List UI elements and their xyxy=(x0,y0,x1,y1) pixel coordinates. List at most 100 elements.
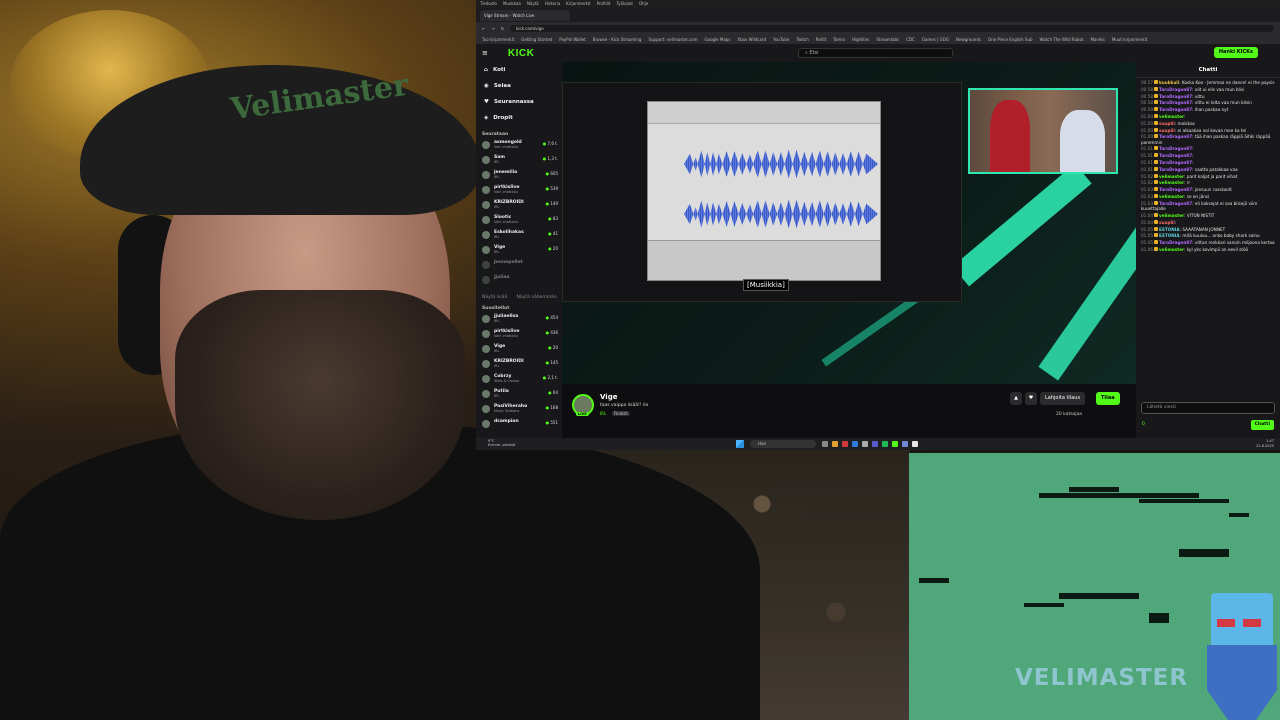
chat-username[interactable]: suuplii xyxy=(1159,220,1175,225)
bookmark-item[interactable]: Twitch xyxy=(796,37,808,42)
sidebar-channel[interactable]: EskolihakasIRL41 xyxy=(476,229,562,244)
browser-tab[interactable]: Vige Stream - Watch Live xyxy=(480,9,570,21)
bookmark-item[interactable]: PayPal Wallet xyxy=(559,37,586,42)
spotify-icon[interactable] xyxy=(882,441,888,447)
sidebar-channel[interactable]: jjuliaa xyxy=(476,274,562,289)
bookmark-item[interactable]: Muut kirjanmerkit xyxy=(1112,37,1148,42)
chat-username[interactable]: TaroDragon87 xyxy=(1159,87,1192,92)
bookmark-item[interactable]: YouTube xyxy=(773,37,789,42)
video-player[interactable]: [Musiikkia] xyxy=(562,62,1136,384)
taskview-icon[interactable] xyxy=(822,441,828,447)
sidebar-channel[interactable]: pirtkisliveVain chattailu436 xyxy=(476,328,562,343)
folder-icon[interactable] xyxy=(832,441,838,447)
bookmark-item[interactable]: Games | GOG xyxy=(922,37,949,42)
sidebar-channel[interactable]: pirtkisliveVain chattailu539 xyxy=(476,184,562,199)
chat-username[interactable]: TaroDragon87 xyxy=(1159,160,1192,165)
bookmark-item[interactable]: Watch The Wild Robot xyxy=(1040,37,1084,42)
taskbar-search[interactable]: Hae xyxy=(750,440,816,448)
bookmark-item[interactable]: Browse - Kick Streaming xyxy=(593,37,642,42)
nav-home[interactable]: ⌂ Koti xyxy=(476,62,562,78)
sidebar-channel[interactable]: dcampion 551 xyxy=(476,418,562,433)
nav-browse[interactable]: ◉ Selaa xyxy=(476,78,562,94)
sidebar-channel[interactable]: SamIRL1,3 t. xyxy=(476,154,562,169)
chat-username[interactable]: TaroDragon87 xyxy=(1159,153,1192,158)
taskbar-clock[interactable]: 1.47 22.8.2025 xyxy=(1256,439,1274,448)
chat-username[interactable]: suuplii xyxy=(1159,128,1175,133)
menu-icon[interactable]: ≡ xyxy=(482,49,488,57)
start-button[interactable] xyxy=(736,440,744,448)
chat-input[interactable]: Lähetä viesti xyxy=(1141,402,1275,414)
app-icon[interactable] xyxy=(842,441,848,447)
bookmark-item[interactable]: Streamlabs xyxy=(876,37,899,42)
bookmark-item[interactable]: Google Maps xyxy=(705,37,731,42)
sidebar-channel[interactable]: VigeIRL20 xyxy=(476,244,562,259)
sidebar-channel[interactable]: Jonnepellet xyxy=(476,259,562,274)
bookmark-item[interactable]: Newgrounds xyxy=(956,37,981,42)
sidebar-channel[interactable]: SlooticVain chattailu83 xyxy=(476,214,562,229)
sidebar-channel[interactable]: jenemiliaIRL605 xyxy=(476,169,562,184)
like-button[interactable]: ▲ xyxy=(1010,392,1022,405)
stream-tag[interactable]: Finnish xyxy=(612,411,630,416)
os-menu-item[interactable]: Muokkaa xyxy=(503,0,521,8)
get-kicks-button[interactable]: Hanki KICKs xyxy=(1213,47,1258,58)
chat-username[interactable]: TaroDragon87 xyxy=(1159,94,1192,99)
nav-following[interactable]: ♥ Seurannassa xyxy=(476,94,562,110)
app-icon[interactable] xyxy=(862,441,868,447)
app-icon[interactable] xyxy=(892,441,898,447)
chat-username[interactable]: TaroDragon87 xyxy=(1159,146,1192,151)
browser-icon[interactable] xyxy=(852,441,858,447)
bookmark-item[interactable]: Reitit xyxy=(816,37,826,42)
app-icon[interactable] xyxy=(912,441,918,447)
show-more-link[interactable]: Näytä lisää Näytä vähemmän xyxy=(476,295,562,300)
bookmark-item[interactable]: Support: velimaster.com xyxy=(648,37,697,42)
os-menu-item[interactable]: Työkalut xyxy=(616,0,633,8)
chat-send-button[interactable]: Chatti xyxy=(1250,420,1274,430)
url-input[interactable]: kick.com/vige xyxy=(510,24,1274,32)
sidebar-channel[interactable]: CobrzySlots & Casino2,1 t. xyxy=(476,373,562,388)
chat-points[interactable]: 0 xyxy=(1142,422,1145,427)
chat-username[interactable]: velimaster xyxy=(1159,180,1184,185)
chat-username[interactable]: TaroDragon87 xyxy=(1159,134,1192,139)
bookmark-item[interactable]: Xbox Wildcard xyxy=(737,37,766,42)
gift-sub-button[interactable]: Lahjoita tilaus xyxy=(1040,392,1086,405)
chat-username[interactable]: ESTONIA xyxy=(1159,233,1180,238)
back-icon[interactable]: ← xyxy=(482,26,485,31)
bookmark-item[interactable]: Getting Started xyxy=(521,37,552,42)
subscribe-button[interactable]: Tilaa xyxy=(1096,392,1120,405)
app-icon[interactable] xyxy=(872,441,878,447)
os-menu-item[interactable]: Historia xyxy=(545,0,560,8)
sidebar-channel[interactable]: KRIZBROIDIIRL149 xyxy=(476,199,562,214)
bookmark-item[interactable]: One Piece English Sub xyxy=(988,37,1033,42)
os-menu-item[interactable]: Kirjanmerkit xyxy=(566,0,590,8)
weather-widget[interactable]: 9°C Enimm. pilvistä xyxy=(488,439,515,447)
sidebar-channel[interactable]: asmongoldVain chattailu7,6 t. xyxy=(476,139,562,154)
sidebar-channel[interactable]: jjuliaelisaIRL454 xyxy=(476,313,562,328)
os-menu-item[interactable]: Profiilit xyxy=(597,0,611,8)
bookmark-item[interactable]: Mareks xyxy=(1090,37,1104,42)
sidebar-channel[interactable]: PutilaIRL64 xyxy=(476,388,562,403)
favorite-button[interactable]: ♥ xyxy=(1025,392,1037,405)
search-input[interactable]: ⌕ Etsi xyxy=(798,48,953,58)
reload-icon[interactable]: ↻ xyxy=(501,26,504,31)
os-menu-item[interactable]: Näytä xyxy=(527,0,539,8)
chat-username[interactable]: suuplii xyxy=(1159,121,1175,126)
chat-username[interactable]: velimaster xyxy=(1159,194,1184,199)
chat-username[interactable]: velimaster xyxy=(1159,213,1184,218)
chat-username[interactable]: TaroDragon87 xyxy=(1159,201,1192,206)
bookmark-item[interactable]: Tomio xyxy=(833,37,845,42)
os-menu-item[interactable]: Tiedosto xyxy=(480,0,497,8)
bookmark-item[interactable]: Tuo kirjanmerkit xyxy=(482,37,514,42)
chat-username[interactable]: velimaster xyxy=(1159,114,1184,119)
discord-icon[interactable] xyxy=(902,441,908,447)
chat-username[interactable]: TaroDragon87 xyxy=(1159,187,1192,192)
chat-username[interactable]: velimaster xyxy=(1159,247,1184,252)
chat-username[interactable]: ESTONIA xyxy=(1159,227,1180,232)
os-menu-item[interactable]: Ohje xyxy=(639,0,648,8)
sidebar-channel[interactable]: VigeIRL20 xyxy=(476,343,562,358)
stream-category[interactable]: IRL xyxy=(600,411,606,416)
chat-username[interactable]: velimaster xyxy=(1159,174,1184,179)
chat-username[interactable]: TaroDragon87 xyxy=(1159,107,1192,112)
chat-username[interactable]: TaroDragon87 xyxy=(1159,100,1192,105)
sidebar-channel[interactable]: KRIZBROIDIIRL145 xyxy=(476,358,562,373)
sidebar-channel[interactable]: PasiViherahoMusic Stations168 xyxy=(476,403,562,418)
